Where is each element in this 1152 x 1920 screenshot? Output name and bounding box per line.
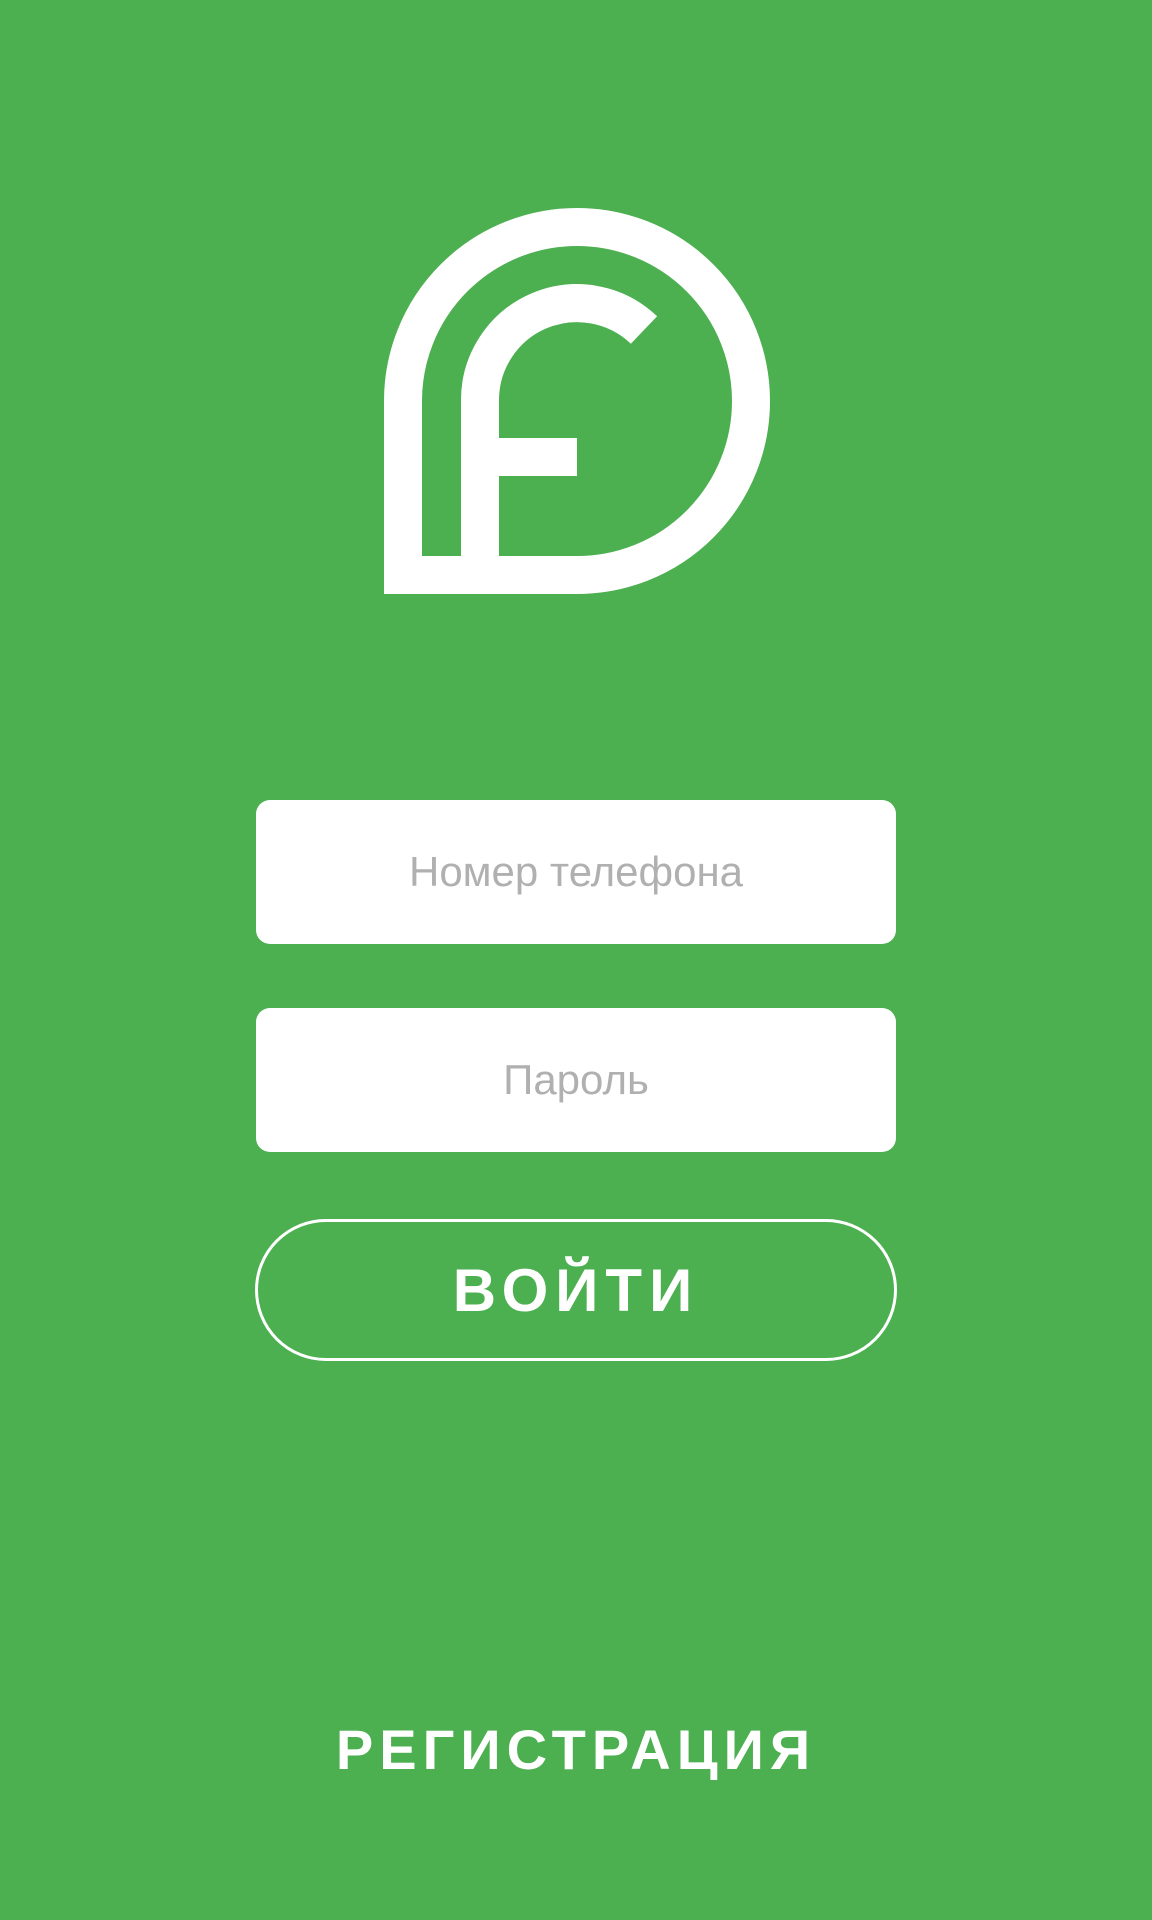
password-field[interactable]	[256, 1008, 896, 1152]
phone-field[interactable]	[256, 800, 896, 944]
register-link[interactable]: РЕГИСТРАЦИЯ	[0, 1712, 1152, 1788]
brand-f-logo-icon	[384, 208, 770, 594]
password-input[interactable]	[256, 1008, 896, 1152]
login-button[interactable]: ВОЙТИ	[255, 1219, 897, 1361]
phone-input[interactable]	[256, 800, 896, 944]
